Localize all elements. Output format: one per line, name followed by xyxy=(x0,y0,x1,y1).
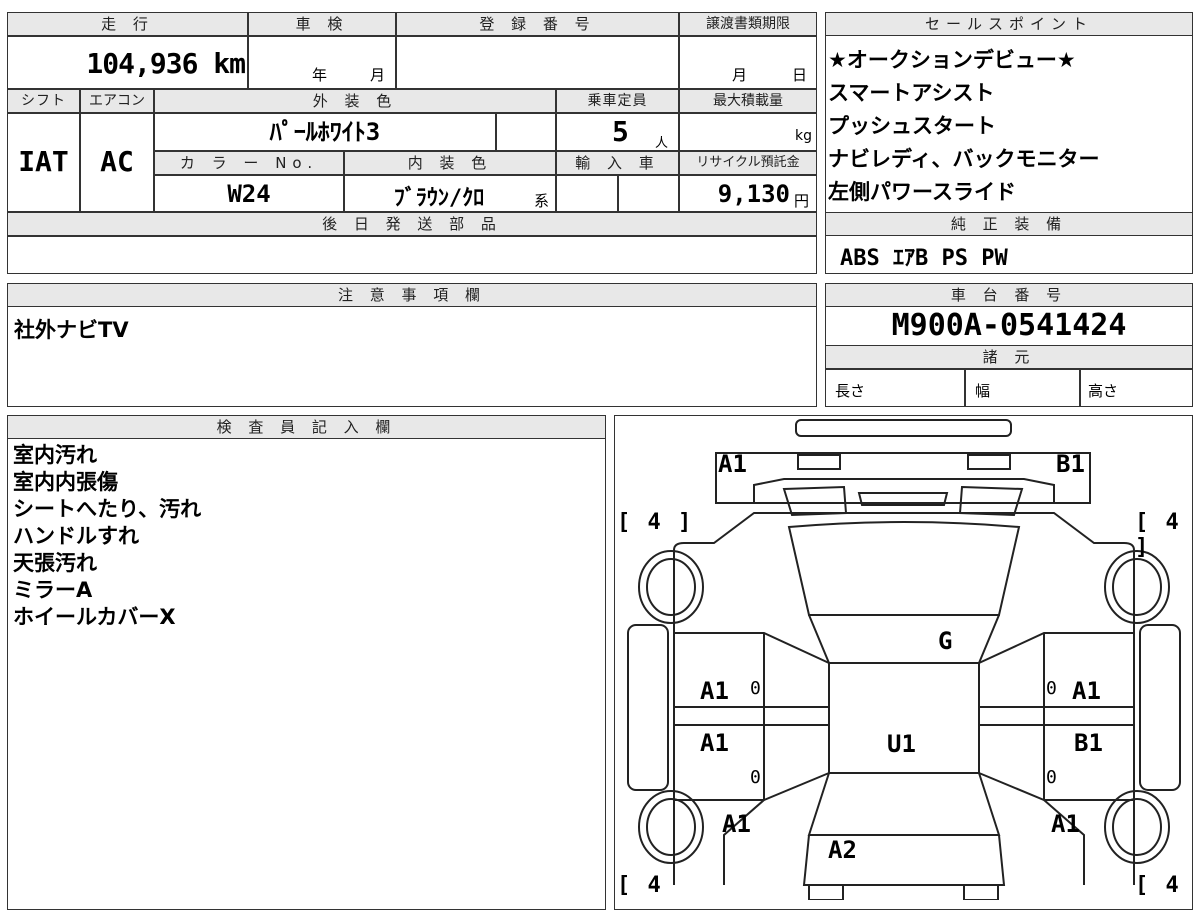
car-body-diagram xyxy=(627,419,1181,900)
shift-header: シフト xyxy=(7,89,80,113)
tire-rear-left-label: [ 4 xyxy=(617,873,663,898)
sales-point-line: 左側パワースライド xyxy=(828,180,1016,204)
capacity-header: 乗車定員 xyxy=(556,89,679,113)
shift-value: IAT xyxy=(18,145,69,178)
left-front-zero: 0 xyxy=(750,678,761,699)
inspector-line: シートへたり、汚れ xyxy=(13,497,202,521)
inspection-year: 年 xyxy=(312,66,328,84)
import-cell-a xyxy=(556,175,618,212)
left-rear-zero: 0 xyxy=(750,767,761,788)
inspector-line: ホイールカバーX xyxy=(13,605,176,629)
front-right-door-grade: A1 xyxy=(1072,677,1101,705)
registration-cell xyxy=(396,36,679,89)
max-load-unit: kg xyxy=(795,128,812,144)
right-front-zero: 0 xyxy=(1046,678,1057,699)
notes-value: 社外ナビTV xyxy=(14,318,129,342)
roof-grade: U1 xyxy=(887,730,916,758)
sales-point-line: プッシュスタート xyxy=(828,114,996,138)
ac-value: AC xyxy=(100,145,134,178)
mileage-header: 走 行 xyxy=(7,12,248,36)
spec-length-label: 長さ xyxy=(835,382,866,400)
equipment-value: ABS ｴｱB PS PW xyxy=(840,246,1008,271)
rear-right-door-grade: B1 xyxy=(1074,729,1103,757)
recycle-unit: 円 xyxy=(794,192,810,210)
tire-front-left-label: [ 4 ] xyxy=(617,510,694,535)
inspector-line: ハンドルすれ xyxy=(13,524,139,548)
registration-header: 登 録 番 号 xyxy=(396,12,679,36)
front-left-door-grade: A1 xyxy=(700,677,729,705)
inspector-line: 室内汚れ xyxy=(13,443,97,467)
recycle-value: 9,130 xyxy=(717,180,790,208)
left-quarter-grade: A1 xyxy=(722,810,751,838)
color-no-value: W24 xyxy=(227,180,271,208)
inspector-list: 室内汚れ 室内内張傷 シートへたり、汚れ ハンドルすれ 天張汚れ ミラーA ホイ… xyxy=(13,442,603,631)
spec-width-label: 幅 xyxy=(975,382,991,400)
tire-rear-right-label: [ 4 xyxy=(1135,873,1181,898)
capacity-value: 5 xyxy=(612,115,629,148)
inspection-header: 車 検 xyxy=(248,12,396,36)
windshield-grade: G xyxy=(938,627,953,655)
right-rear-zero: 0 xyxy=(1046,767,1057,788)
exterior-extra-cell xyxy=(496,113,556,151)
interior-suffix: 系 xyxy=(534,192,550,210)
transfer-month: 月 xyxy=(732,66,748,84)
notes-header: 注 意 事 項 欄 xyxy=(7,283,817,307)
rear-grade: A2 xyxy=(828,836,857,864)
sales-point-line: ★オークションデビュー★ xyxy=(828,48,1076,72)
sales-point-line: ナビレディ、バックモニター xyxy=(828,147,1100,171)
interior-header: 内 装 色 xyxy=(344,151,556,175)
sales-point-list: ★オークションデビュー★ スマートアシスト プッシュスタート ナビレディ、バック… xyxy=(828,44,1190,209)
right-quarter-grade: A1 xyxy=(1051,810,1080,838)
color-no-header: カ ラ ー No. xyxy=(154,151,344,175)
specs-header: 諸 元 xyxy=(825,345,1193,369)
front-left-grade: A1 xyxy=(718,450,747,478)
max-load-header: 最大積載量 xyxy=(679,89,817,113)
chassis-header: 車 台 番 号 xyxy=(825,283,1193,307)
inspector-line: 室内内張傷 xyxy=(13,470,118,494)
spec-height-label: 高さ xyxy=(1088,382,1119,400)
exterior-header: 外 装 色 xyxy=(154,89,556,113)
equipment-header: 純 正 装 備 xyxy=(825,212,1193,236)
tire-front-right-label: [ 4 ] xyxy=(1135,510,1181,560)
exterior-value: ﾊﾟｰﾙﾎﾜｲﾄ3 xyxy=(269,118,381,146)
inspector-line: ミラーA xyxy=(13,578,93,602)
import-header: 輸 入 車 xyxy=(556,151,679,175)
capacity-unit: 人 xyxy=(655,136,669,151)
mileage-value: 104,936 km xyxy=(86,47,246,80)
inspection-month: 月 xyxy=(370,66,386,84)
rear-left-door-grade: A1 xyxy=(700,729,729,757)
inspector-header: 検 査 員 記 入 欄 xyxy=(7,415,606,439)
transfer-deadline-header: 譲渡書類期限 xyxy=(679,12,817,36)
inspector-line: 天張汚れ xyxy=(13,551,97,575)
transfer-day: 日 xyxy=(792,66,808,84)
ac-header: エアコン xyxy=(80,89,154,113)
chassis-number: M900A-0541424 xyxy=(891,308,1127,343)
sales-point-line: スマートアシスト xyxy=(828,81,995,105)
import-cell-b xyxy=(618,175,679,212)
sales-point-header: セールスポイント xyxy=(825,12,1193,36)
front-right-grade: B1 xyxy=(1056,450,1085,478)
recycle-header: リサイクル預託金 xyxy=(679,151,817,175)
interior-value: ﾌﾞﾗｳﾝ/ｸﾛ xyxy=(393,186,485,211)
later-parts-header: 後 日 発 送 部 品 xyxy=(7,212,817,236)
later-parts-cell xyxy=(7,236,817,274)
